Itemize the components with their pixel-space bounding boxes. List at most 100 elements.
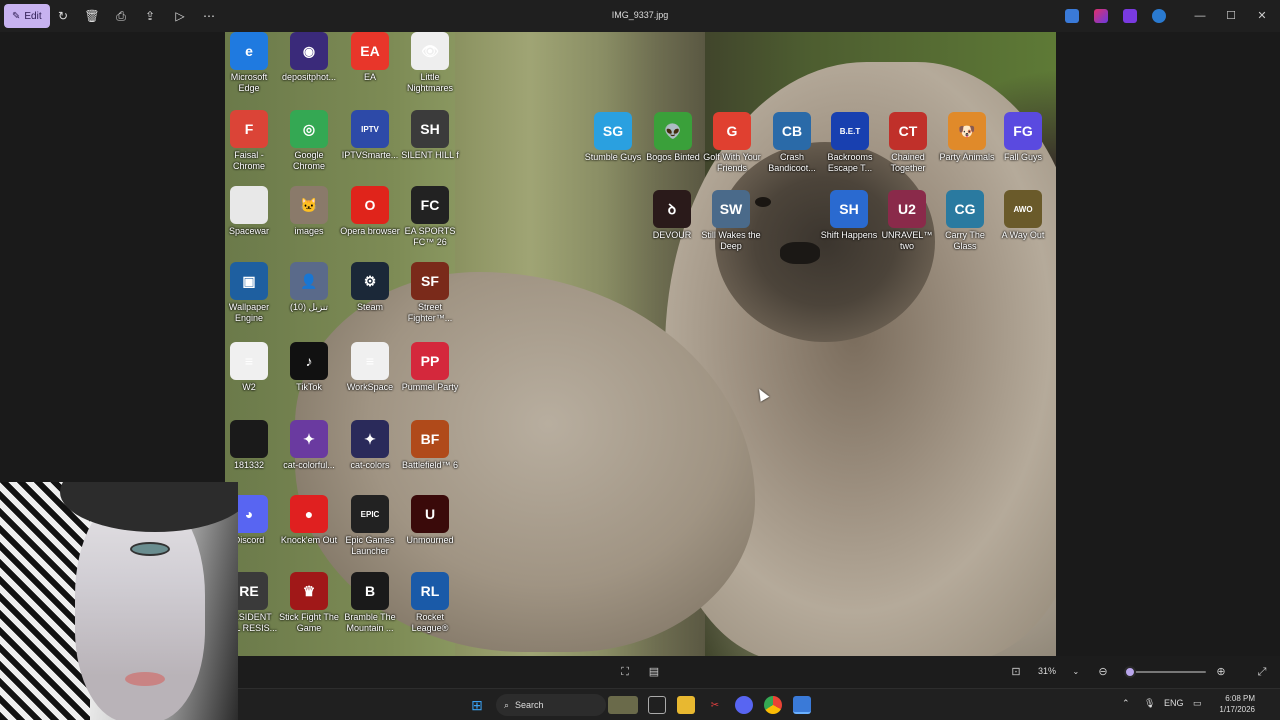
desktop-icon[interactable]: B Bramble The Mountain ... — [340, 572, 400, 634]
desktop-icon[interactable]: e Microsoft Edge — [225, 32, 279, 94]
taskbar-search[interactable]: ⌕ Search — [496, 694, 606, 716]
onedrive-icon[interactable] — [1152, 9, 1166, 23]
print-icon[interactable]: ⎙ — [112, 7, 130, 25]
zoom-level-dropdown[interactable]: 31% ⌄ — [1038, 666, 1079, 676]
desktop-icon[interactable]: PP Pummel Party — [400, 342, 460, 393]
desktop-icon[interactable]: U2 UNRAVEL™ two — [877, 190, 937, 252]
chrome-taskbar-icon[interactable] — [764, 696, 782, 714]
desktop-icon[interactable]: 👁 Little Nightmares — [400, 32, 460, 94]
desktop-icon[interactable]: O Opera browser — [340, 186, 400, 237]
desktop-icon[interactable]: ● Knock'em Out — [279, 495, 339, 546]
desktop-icon[interactable]: FG Fall Guys — [993, 112, 1053, 163]
language-indicator[interactable]: ENG — [1164, 698, 1184, 708]
clock-date: 1/17/2026 — [1219, 705, 1255, 714]
desktop-icon-label: Crash Bandicoot... — [768, 152, 816, 173]
task-view-icon[interactable] — [648, 696, 666, 714]
desktop-icon[interactable]: CB Crash Bandicoot... — [762, 112, 822, 174]
minimize-button[interactable]: — — [1192, 8, 1208, 24]
desktop-icon[interactable]: EPIC Epic Games Launcher — [340, 495, 400, 557]
title-bar: ✎ Edit ↻ 🗑 ⎙ ⇪ ▷ ⋯ IMG_9337.jpg — ☐ ✕ — [0, 0, 1280, 32]
share-icon[interactable]: ⇪ — [141, 7, 159, 25]
desktop-icon[interactable]: B.E.T Backrooms Escape T... — [820, 112, 880, 174]
desktop-icon[interactable]: SG Stumble Guys — [583, 112, 643, 163]
desktop-icon[interactable]: FC EA SPORTS FC™ 26 — [400, 186, 460, 248]
slideshow-icon[interactable]: ▷ — [171, 7, 189, 25]
fit-to-window-icon[interactable]: ⛶ — [617, 664, 633, 680]
desktop-icon-label: Street Fighter™... — [407, 302, 453, 323]
edit-button[interactable]: ✎ Edit — [4, 4, 50, 28]
desktop-icon[interactable]: ▣ Wallpaper Engine — [225, 262, 279, 324]
desktop-icon[interactable]: ♪ TikTok — [279, 342, 339, 393]
desktop-icon[interactable]: 👤 تنزيل (10) — [279, 262, 339, 313]
desktop-icon[interactable]: ◉ depositphot... — [279, 32, 339, 83]
desktop-icon[interactable]: 🐱 images — [279, 186, 339, 237]
desktop-icon[interactable]: CT Chained Together — [878, 112, 938, 174]
copilot-icon[interactable] — [1094, 9, 1108, 23]
delete-icon[interactable]: 🗑 — [83, 7, 101, 25]
clock[interactable]: 6:08 PM 1/17/2026 — [1207, 693, 1255, 715]
desktop-icon-label: Pummel Party — [401, 382, 459, 392]
desktop-icon[interactable]: BF Battlefield™ 6 — [400, 420, 460, 471]
desktop-icon[interactable]: ꝺ DEVOUR — [642, 190, 702, 241]
desktop-icon[interactable]: IPTV IPTVSmarte... — [340, 110, 400, 161]
desktop-icon[interactable]: SW Still Wakes the Deep — [701, 190, 761, 252]
filmstrip-icon[interactable]: ▤ — [646, 664, 662, 680]
network-icon[interactable]: ▭ — [1193, 698, 1202, 709]
desktop-icon[interactable]: CG Carry The Glass — [935, 190, 995, 252]
edit-icon: ✎ — [12, 10, 21, 22]
desktop-icon[interactable]: 👽 Bogos Binted — [643, 112, 703, 163]
app-icon: ▣ — [230, 262, 268, 300]
more-icon[interactable]: ⋯ — [200, 7, 218, 25]
desktop-icon[interactable]: AWO A Way Out — [993, 190, 1053, 241]
zoom-out-icon[interactable]: ⊖ — [1095, 664, 1111, 680]
clipchamp-icon[interactable] — [1123, 9, 1137, 23]
microphone-icon[interactable]: 🎙 — [1144, 698, 1155, 709]
app-icon: ≡ — [230, 342, 268, 380]
zoom-slider-thumb[interactable] — [1124, 666, 1136, 678]
desktop-icon[interactable]: 181332 — [225, 420, 279, 471]
remote-app-icon[interactable] — [1065, 9, 1079, 23]
fullscreen-icon[interactable]: ⤢ — [1254, 664, 1270, 680]
desktop-icon[interactable]: SF Street Fighter™... — [400, 262, 460, 324]
close-button[interactable]: ✕ — [1254, 8, 1270, 24]
app-icon: ≡ — [351, 342, 389, 380]
desktop-icon[interactable]: ♛ Stick Fight The Game — [279, 572, 339, 634]
desktop-icon[interactable]: ≡ WorkSpace — [340, 342, 400, 393]
desktop-icon[interactable]: ✦ cat-colors — [340, 420, 400, 471]
maximize-button[interactable]: ☐ — [1223, 8, 1239, 24]
zoom-in-icon[interactable]: ⊕ — [1213, 664, 1229, 680]
zoom-slider[interactable] — [1124, 666, 1206, 678]
desktop-icon-label: Unmourned — [406, 535, 454, 545]
app-icon: SF — [411, 262, 449, 300]
desktop-icon[interactable]: SH SILENT HILL f — [400, 110, 460, 161]
desktop-icon[interactable]: EA EA — [340, 32, 400, 83]
discord-taskbar-icon[interactable] — [735, 696, 753, 714]
desktop-icon[interactable]: G Golf With Your Friends — [702, 112, 762, 174]
desktop-icon[interactable]: 🐶 Party Animals — [937, 112, 997, 163]
desktop-icon[interactable]: ◎ Google Chrome — [279, 110, 339, 172]
desktop-icon-label: Rocket League® — [411, 612, 449, 633]
photos-taskbar-icon[interactable] — [793, 696, 811, 714]
start-button[interactable]: ⊞ — [468, 696, 486, 714]
actual-size-icon[interactable]: ⊡ — [1008, 664, 1024, 680]
desktop-icon[interactable]: RL Rocket League® — [400, 572, 460, 634]
desktop-icon[interactable]: SH Shift Happens — [819, 190, 879, 241]
app-icon: SH — [411, 110, 449, 148]
desktop-icon[interactable]: ≡ W2 — [225, 342, 279, 393]
widgets-icon[interactable] — [608, 696, 638, 714]
desktop-icon-label: Party Animals — [939, 152, 995, 162]
desktop-icon-label: 181332 — [233, 460, 265, 470]
file-explorer-icon[interactable] — [677, 696, 695, 714]
desktop-icon[interactable]: F Faisal - Chrome — [225, 110, 279, 172]
desktop-icon[interactable]: U Unmourned — [400, 495, 460, 546]
desktop-icon[interactable]: Spacewar — [225, 186, 279, 237]
rotate-icon[interactable]: ↻ — [54, 7, 72, 25]
desktop-icon-label: Bogos Binted — [646, 152, 700, 162]
windows-taskbar: ⊞ ⌕ Search ✂ ⌃ 🎙 ENG ▭ 🔊 6:08 PM 1/17/20… — [238, 688, 1280, 720]
desktop-icon[interactable]: ✦ cat-colorful... — [279, 420, 339, 471]
photo-canvas: e Microsoft Edge ◉ depositphot... EA EA 👁 Littl… — [225, 32, 1056, 656]
snipping-tool-icon[interactable]: ✂ — [706, 696, 724, 714]
app-icon: e — [230, 32, 268, 70]
desktop-icon[interactable]: ⚙ Steam — [340, 262, 400, 313]
show-hidden-icons[interactable]: ⌃ — [1122, 698, 1130, 709]
